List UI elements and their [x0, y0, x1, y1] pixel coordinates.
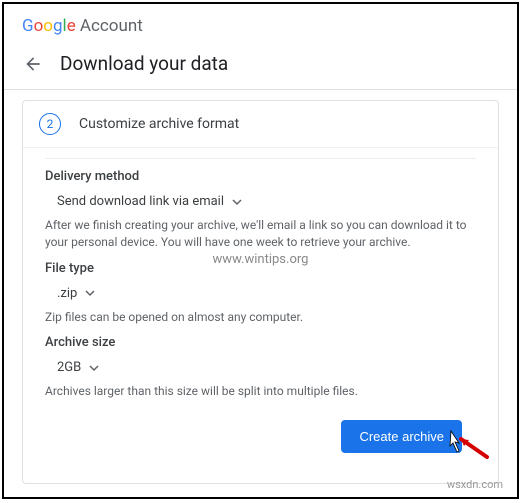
delivery-method-dropdown[interactable]: Send download link via email — [57, 194, 476, 209]
create-archive-button[interactable]: Create archive — [341, 420, 462, 453]
archive-size-desc: Archives larger than this size will be s… — [45, 383, 476, 400]
archive-size-dropdown[interactable]: 2GB — [57, 360, 476, 375]
delivery-method-value: Send download link via email — [57, 194, 224, 209]
chevron-down-icon — [85, 288, 95, 298]
step-number-badge: 2 — [39, 113, 61, 135]
delivery-method-label: Delivery method — [45, 169, 476, 184]
delivery-method-desc: After we finish creating your archive, w… — [45, 217, 476, 251]
back-arrow-icon[interactable] — [22, 53, 44, 75]
archive-size-label: Archive size — [45, 335, 476, 350]
file-type-label: File type — [45, 261, 476, 276]
file-type-desc: Zip files can be opened on almost any co… — [45, 309, 476, 326]
google-logo: Google Account — [22, 16, 143, 36]
card-header: 2 Customize archive format — [23, 101, 498, 148]
site-label: wsxdn.com — [447, 478, 503, 491]
file-type-dropdown[interactable]: .zip — [57, 286, 476, 301]
file-type-value: .zip — [57, 286, 77, 301]
divider — [45, 158, 476, 159]
archive-format-card: 2 Customize archive format Delivery meth… — [22, 100, 499, 484]
app-header: Google Account — [4, 4, 517, 42]
actions-row: Create archive — [45, 410, 476, 467]
step-title: Customize archive format — [79, 116, 239, 132]
chevron-down-icon — [89, 363, 99, 373]
page-title: Download your data — [60, 52, 228, 75]
logo-account-label: Account — [80, 16, 143, 36]
archive-size-value: 2GB — [57, 360, 81, 375]
chevron-down-icon — [232, 197, 242, 207]
title-bar: Download your data — [4, 42, 517, 90]
